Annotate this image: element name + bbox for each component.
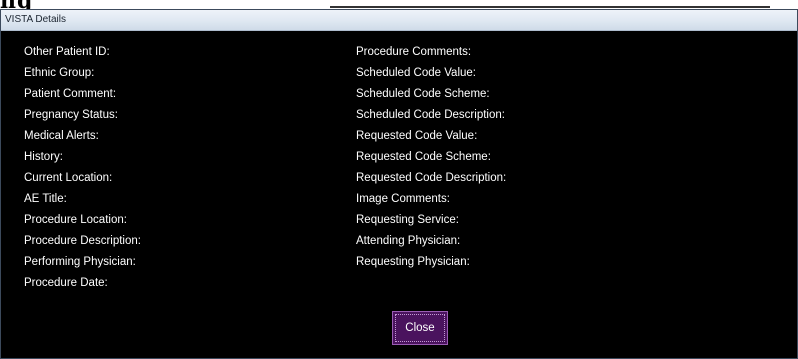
field-current-location: Current Location: [24,172,113,184]
field-patient-comment: Patient Comment: [24,88,117,100]
field-scheduled-code-scheme: Scheduled Code Scheme: [356,88,490,100]
field-medical-alerts: Medical Alerts: [24,130,99,142]
background-window-strip: ng [0,0,798,14]
field-attending-physician: Attending Physician: [356,235,461,247]
vista-details-dialog: VISTA Details Other Patient ID: Ethnic G… [0,9,798,359]
field-requested-code-scheme: Requested Code Scheme: [356,151,491,163]
field-requesting-service: Requesting Service: [356,214,459,226]
field-ae-title: AE Title: [24,193,67,205]
field-requesting-physician: Requesting Physician: [356,256,470,268]
background-window-divider [330,6,770,8]
field-ethnic-group: Ethnic Group: [24,67,95,79]
field-requested-code-value: Requested Code Value: [356,130,478,142]
field-image-comments: Image Comments: [356,193,450,205]
close-button[interactable]: Close [392,311,448,345]
dialog-titlebar[interactable]: VISTA Details [1,10,797,31]
field-scheduled-code-value: Scheduled Code Value: [356,67,476,79]
field-performing-physician: Performing Physician: [24,256,136,268]
field-procedure-description: Procedure Description: [24,235,141,247]
field-procedure-date: Procedure Date: [24,277,108,289]
field-history: History: [24,151,63,163]
field-procedure-location: Procedure Location: [24,214,127,226]
field-scheduled-code-description: Scheduled Code Description: [356,109,505,121]
field-procedure-comments: Procedure Comments: [356,46,472,58]
dialog-title: VISTA Details [5,14,66,25]
field-requested-code-description: Requested Code Description: [356,172,507,184]
field-other-patient-id: Other Patient ID: [24,46,110,58]
field-pregnancy-status: Pregnancy Status: [24,109,118,121]
